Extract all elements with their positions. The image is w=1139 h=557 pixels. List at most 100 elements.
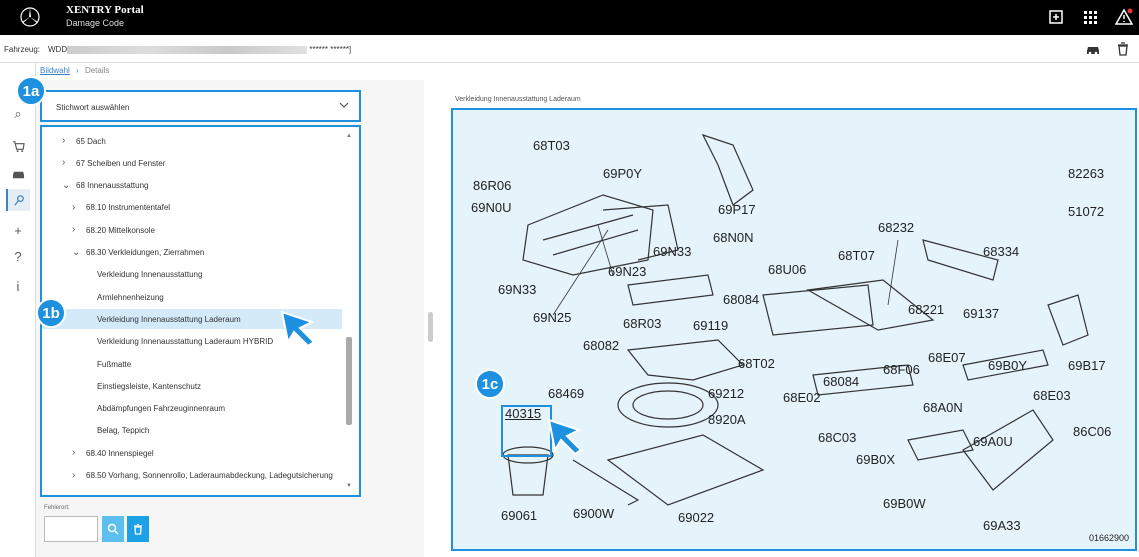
part-label[interactable]: 69N0U [471,200,511,215]
part-label[interactable]: 69P0Y [603,166,642,181]
part-label[interactable]: 69N33 [653,244,691,259]
part-label[interactable]: 86R06 [473,178,511,193]
tree-item[interactable]: ⌄ 68 Innenausstattung [42,176,342,196]
vehicle-vin: WDD ****** ******] [48,45,351,54]
diagram-title: Verkleidung Innenausstattung Laderaum [455,96,581,103]
chevron-right-icon[interactable]: › [72,202,80,212]
part-label[interactable]: 69N25 [533,310,571,325]
part-label[interactable]: 68F06 [883,362,920,377]
part-label[interactable]: 69022 [678,510,714,525]
tree-item-label: 68.20 Mittelkonsole [86,225,155,235]
cart-icon[interactable] [6,135,30,157]
part-label[interactable]: 6900W [573,506,614,521]
tree-item-label: 65 Dach [76,136,106,146]
tree-item[interactable]: Fußmatte [42,354,342,374]
tree-item-label: Abdämpfungen Fahrzeuginnenraum [97,404,226,414]
key-icon[interactable] [6,189,30,211]
part-label[interactable]: 69B0X [856,452,895,467]
part-label[interactable]: 86C06 [1073,424,1111,439]
part-label[interactable]: 69061 [501,508,537,523]
part-label[interactable]: 68A0N [923,400,963,415]
part-label[interactable]: 68T02 [738,356,775,371]
part-label[interactable]: 82263 [1068,166,1104,181]
vehicle-label: Fahrzeug: [4,45,41,54]
part-label[interactable]: 68E02 [783,390,821,405]
breadcrumb-details: Details [84,66,110,75]
tree-item[interactable]: › 65 Dach [42,131,342,151]
part-label[interactable]: 51072 [1068,204,1104,219]
scroll-down-icon[interactable]: ▼ [346,483,352,489]
part-label[interactable]: 69A0U [973,434,1013,449]
search-icon[interactable]: ⌕ [6,103,30,125]
left-rail: ⌕ + ? i [0,63,36,557]
scrollbar-thumb[interactable] [346,337,352,425]
scroll-up-icon[interactable]: ▲ [346,133,352,139]
tree-item-label: Belag, Teppich [97,426,150,436]
part-label[interactable]: 69B0W [883,496,926,511]
part-label[interactable]: 8920A [708,412,746,427]
warning-icon[interactable] [1114,8,1134,26]
part-label[interactable]: 68469 [548,386,584,401]
tree-item[interactable]: Armlehnenheizung [42,287,342,307]
part-label[interactable]: 68082 [583,338,619,353]
tree-item-label: 68.50 Vorhang, Sonnenrollo, Laderaumabde… [86,471,333,480]
info-icon[interactable]: i [6,275,30,297]
search-icon [107,523,119,535]
part-label[interactable]: 68N0N [713,230,753,245]
help-icon[interactable]: ? [6,245,30,267]
delete-button[interactable] [127,516,149,542]
breadcrumb-bildwahl[interactable]: Bildwahl [40,66,70,75]
part-label[interactable]: 68T07 [838,248,875,263]
part-label[interactable]: 68E07 [928,350,966,365]
tree-item-label: 68 Innenausstattung [76,181,149,191]
tree-item[interactable]: › 68.20 Mittelkonsole [42,220,342,240]
part-label[interactable]: 68084 [723,292,759,307]
tree-item[interactable]: › 67 Scheiben und Fenster [42,153,342,173]
tree-item[interactable]: Einstiegsleiste, Kantenschutz [42,376,342,396]
part-label[interactable]: 69212 [708,386,744,401]
parts-diagram: 01662900 68T03 86R06 69P0Y 69N0U 69P17 82263 5… [451,108,1137,551]
part-label[interactable]: 69137 [963,306,999,321]
part-label[interactable]: 68232 [878,220,914,235]
chevron-down-icon[interactable]: ⌄ [62,180,70,190]
part-label[interactable]: 68334 [983,244,1019,259]
tree-item[interactable]: › 68.50 Vorhang, Sonnenrollo, Laderaumabd… [42,466,342,486]
part-label[interactable]: 68T03 [533,138,570,153]
part-label[interactable]: 69P17 [718,202,756,217]
fehlerort-input[interactable] [44,516,98,542]
delete-vehicle-icon[interactable] [1115,41,1131,57]
panel-splitter[interactable] [428,312,433,342]
chevron-right-icon[interactable]: › [72,225,80,235]
car-settings-icon[interactable] [1085,41,1101,57]
part-label[interactable]: 69A33 [983,518,1021,533]
apps-grid-icon[interactable] [1081,8,1099,26]
part-label[interactable]: 68E03 [1033,388,1071,403]
tree-item[interactable]: Abdämpfungen Fahrzeuginnenraum [42,399,342,419]
car-icon[interactable] [6,163,30,185]
tree-item[interactable]: ⌄ 68.30 Verkleidungen, Zierrahmen [42,243,342,263]
vehicle-info-bar: Fahrzeug: WDD ****** ******] [0,35,1139,63]
part-label[interactable]: 69119 [693,318,728,333]
scan-icon[interactable] [1047,8,1065,26]
part-label[interactable]: 68U06 [768,262,806,277]
tree-item[interactable]: › 68.10 Instrumententafel [42,198,342,218]
part-label[interactable]: 69N33 [498,282,536,297]
keyword-select[interactable]: Stichwort auswählen [40,90,361,122]
part-label[interactable]: 68084 [823,374,859,389]
chevron-right-icon[interactable]: › [72,470,80,480]
chevron-down-icon[interactable]: ⌄ [72,247,80,257]
plus-icon[interactable]: + [6,219,30,241]
tree-item[interactable]: Belag, Teppich [42,421,342,441]
tree-item[interactable]: Verkleidung Innenausstattung [42,265,342,285]
search-button[interactable] [102,516,124,542]
chevron-right-icon[interactable]: › [62,158,70,168]
part-label[interactable]: 68221 [908,302,944,317]
part-label[interactable]: 69N23 [608,264,646,279]
part-label[interactable]: 69B17 [1068,358,1106,373]
chevron-right-icon[interactable]: › [72,448,80,458]
part-label[interactable]: 69B0Y [988,358,1027,373]
part-label[interactable]: 68C03 [818,430,856,445]
tree-item[interactable]: › 68.40 Innenspiegel [42,443,342,463]
chevron-right-icon[interactable]: › [62,136,70,146]
part-label[interactable]: 68R03 [623,316,661,331]
